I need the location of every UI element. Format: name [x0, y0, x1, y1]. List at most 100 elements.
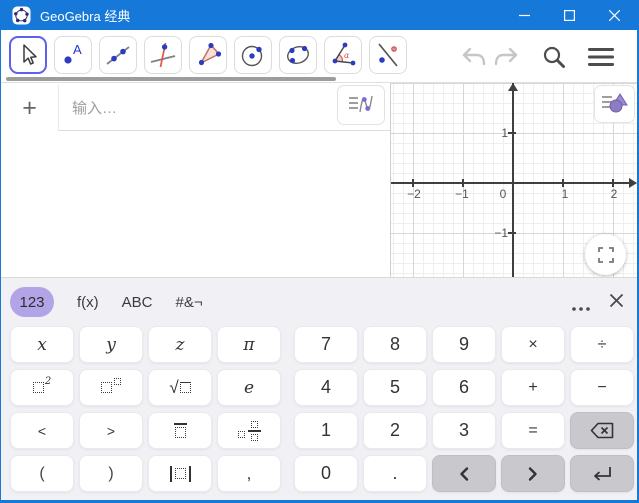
key-cursor-right[interactable]	[501, 455, 565, 492]
angle-icon: α	[332, 42, 356, 66]
tab-numbers[interactable]: 123	[10, 287, 54, 317]
redo-icon	[494, 47, 518, 66]
key-backspace[interactable]	[570, 412, 634, 449]
chevron-left-icon	[460, 466, 469, 481]
x-tick-label: 2	[610, 187, 618, 201]
tool-angle[interactable]: α	[324, 36, 362, 74]
tab-special[interactable]: #&¬	[176, 294, 203, 311]
y-tickmark	[508, 232, 516, 234]
toolbar: A α	[1, 30, 637, 82]
tool-conic-through-points[interactable]	[279, 36, 317, 74]
radicand-box-icon	[179, 382, 191, 393]
tab-functions[interactable]: f(x)	[77, 294, 99, 311]
key-9[interactable]: 9	[432, 326, 496, 363]
superscript-two: 2	[44, 376, 52, 387]
graphics-style-bar-button[interactable]	[594, 85, 635, 123]
key-z[interactable]: z	[148, 326, 212, 363]
key-square[interactable]: 2	[10, 369, 74, 406]
key-8[interactable]: 8	[363, 326, 427, 363]
y-tickmark	[508, 132, 516, 134]
x-tickmark	[562, 179, 564, 187]
placeholder-box-icon	[32, 382, 44, 393]
keyboard-left-block: x y z π 2 √ e < > () ,	[10, 326, 281, 492]
key-7[interactable]: 7	[294, 326, 358, 363]
key-recurring-decimal[interactable]	[148, 412, 212, 449]
key-e[interactable]: e	[217, 369, 281, 406]
key-1[interactable]: 1	[294, 412, 358, 449]
key-decimal-point[interactable]: .	[363, 455, 427, 492]
graphics-style-icon	[601, 93, 628, 113]
y-tick-label: 1	[501, 126, 508, 140]
key-4[interactable]: 4	[294, 369, 358, 406]
key-mixed-number[interactable]	[217, 412, 281, 449]
key-open-paren[interactable]: (	[10, 455, 74, 492]
key-y[interactable]: y	[79, 326, 143, 363]
search-button[interactable]	[538, 42, 570, 72]
line-icon	[106, 46, 130, 65]
key-pi[interactable]: π	[217, 326, 281, 363]
keyboard-more-button[interactable]	[571, 299, 591, 317]
key-minus[interactable]: −	[570, 369, 634, 406]
key-sqrt[interactable]: √	[148, 369, 212, 406]
x-tick-label: 0	[499, 187, 507, 201]
geogebra-window: GeoGebra 经典 A α + 输入… −2 −1 0 1 2 1 −1 1…	[0, 0, 639, 503]
geogebra-logo-icon	[12, 5, 31, 25]
absolute-value-icon	[169, 465, 191, 482]
more-dots-icon	[572, 307, 590, 311]
tool-point[interactable]: A	[54, 36, 92, 74]
window-title: GeoGebra 经典	[40, 8, 131, 24]
x-tickmark	[612, 179, 614, 187]
keyboard-close-button[interactable]	[609, 293, 624, 313]
x-axis	[391, 182, 634, 184]
key-multiply[interactable]: ×	[501, 326, 565, 363]
key-equals[interactable]: =	[501, 412, 565, 449]
key-x[interactable]: x	[10, 326, 74, 363]
move-cursor-icon	[23, 44, 37, 65]
x-tickmark	[462, 179, 464, 187]
key-comma[interactable]: ,	[217, 455, 281, 492]
input-help-button[interactable]	[337, 85, 385, 125]
undo-button[interactable]	[458, 42, 490, 72]
radical-sign: √	[169, 377, 179, 397]
menu-button[interactable]	[585, 42, 617, 72]
key-divide[interactable]: ÷	[570, 326, 634, 363]
key-close-paren[interactable]: )	[79, 455, 143, 492]
key-3[interactable]: 3	[432, 412, 496, 449]
key-abs-value[interactable]	[148, 455, 212, 492]
key-less-than[interactable]: <	[10, 412, 74, 449]
key-cursor-left[interactable]	[432, 455, 496, 492]
key-6[interactable]: 6	[432, 369, 496, 406]
tool-circle-with-center[interactable]	[234, 36, 272, 74]
graphics-panel[interactable]: −2 −1 0 1 2 1 −1	[391, 83, 637, 277]
hamburger-menu-icon	[588, 48, 614, 66]
tool-polygon[interactable]	[189, 36, 227, 74]
algebra-input-row: + 输入…	[1, 85, 390, 131]
tab-letters[interactable]: ABC	[122, 294, 153, 311]
tool-perpendicular-line[interactable]	[144, 36, 182, 74]
key-power[interactable]	[79, 369, 143, 406]
circle-center-icon	[241, 45, 263, 67]
keyboard-tabs: 123 f(x) ABC #&¬	[10, 287, 203, 317]
algebra-input[interactable]: 输入…	[58, 85, 390, 131]
key-2[interactable]: 2	[363, 412, 427, 449]
fullscreen-button[interactable]	[585, 234, 626, 275]
tool-line[interactable]	[99, 36, 137, 74]
redo-button[interactable]	[490, 42, 522, 72]
close-button[interactable]	[592, 0, 637, 30]
chevron-right-icon	[528, 466, 537, 481]
toolbar-scrollbar[interactable]	[6, 77, 336, 81]
key-enter[interactable]	[570, 455, 634, 492]
maximize-button[interactable]	[547, 0, 592, 30]
key-5[interactable]: 5	[363, 369, 427, 406]
key-greater-than[interactable]: >	[79, 412, 143, 449]
tool-reflect-about-line[interactable]	[369, 36, 407, 74]
tool-move[interactable]	[9, 36, 47, 74]
search-icon	[543, 46, 565, 68]
exponent-box-icon	[114, 378, 121, 385]
minimize-button[interactable]	[502, 0, 547, 30]
key-plus[interactable]: +	[501, 369, 565, 406]
add-expression-button[interactable]: +	[1, 85, 58, 131]
key-0[interactable]: 0	[294, 455, 358, 492]
x-tickmark	[412, 179, 414, 187]
backspace-icon	[590, 422, 614, 439]
